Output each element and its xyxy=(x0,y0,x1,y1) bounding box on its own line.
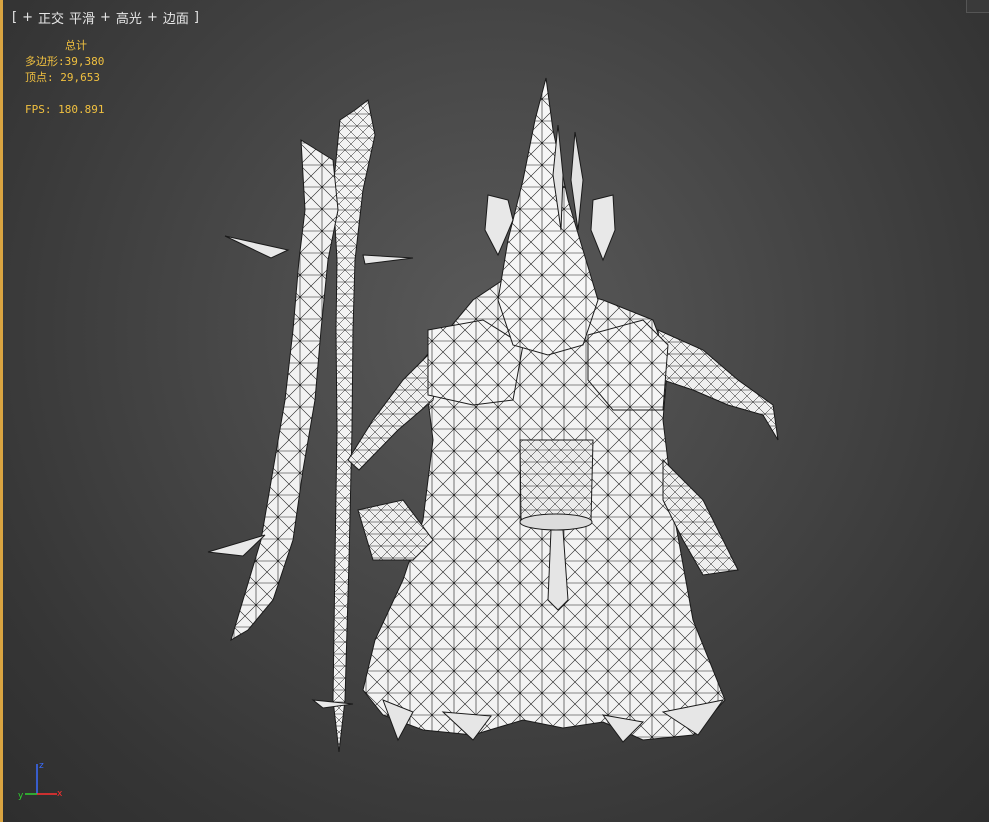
y-axis-label: y xyxy=(18,791,24,801)
x-axis-label: x xyxy=(57,789,63,799)
wireframe-character-model[interactable] xyxy=(3,0,989,822)
perspective-viewport[interactable]: [ + 正交 平滑 + 高光 + 边面 ] 总计 多边形:39,380 顶点: … xyxy=(0,0,989,822)
z-axis-label: z xyxy=(39,761,44,771)
axis-gizmo: z x y xyxy=(18,761,63,801)
